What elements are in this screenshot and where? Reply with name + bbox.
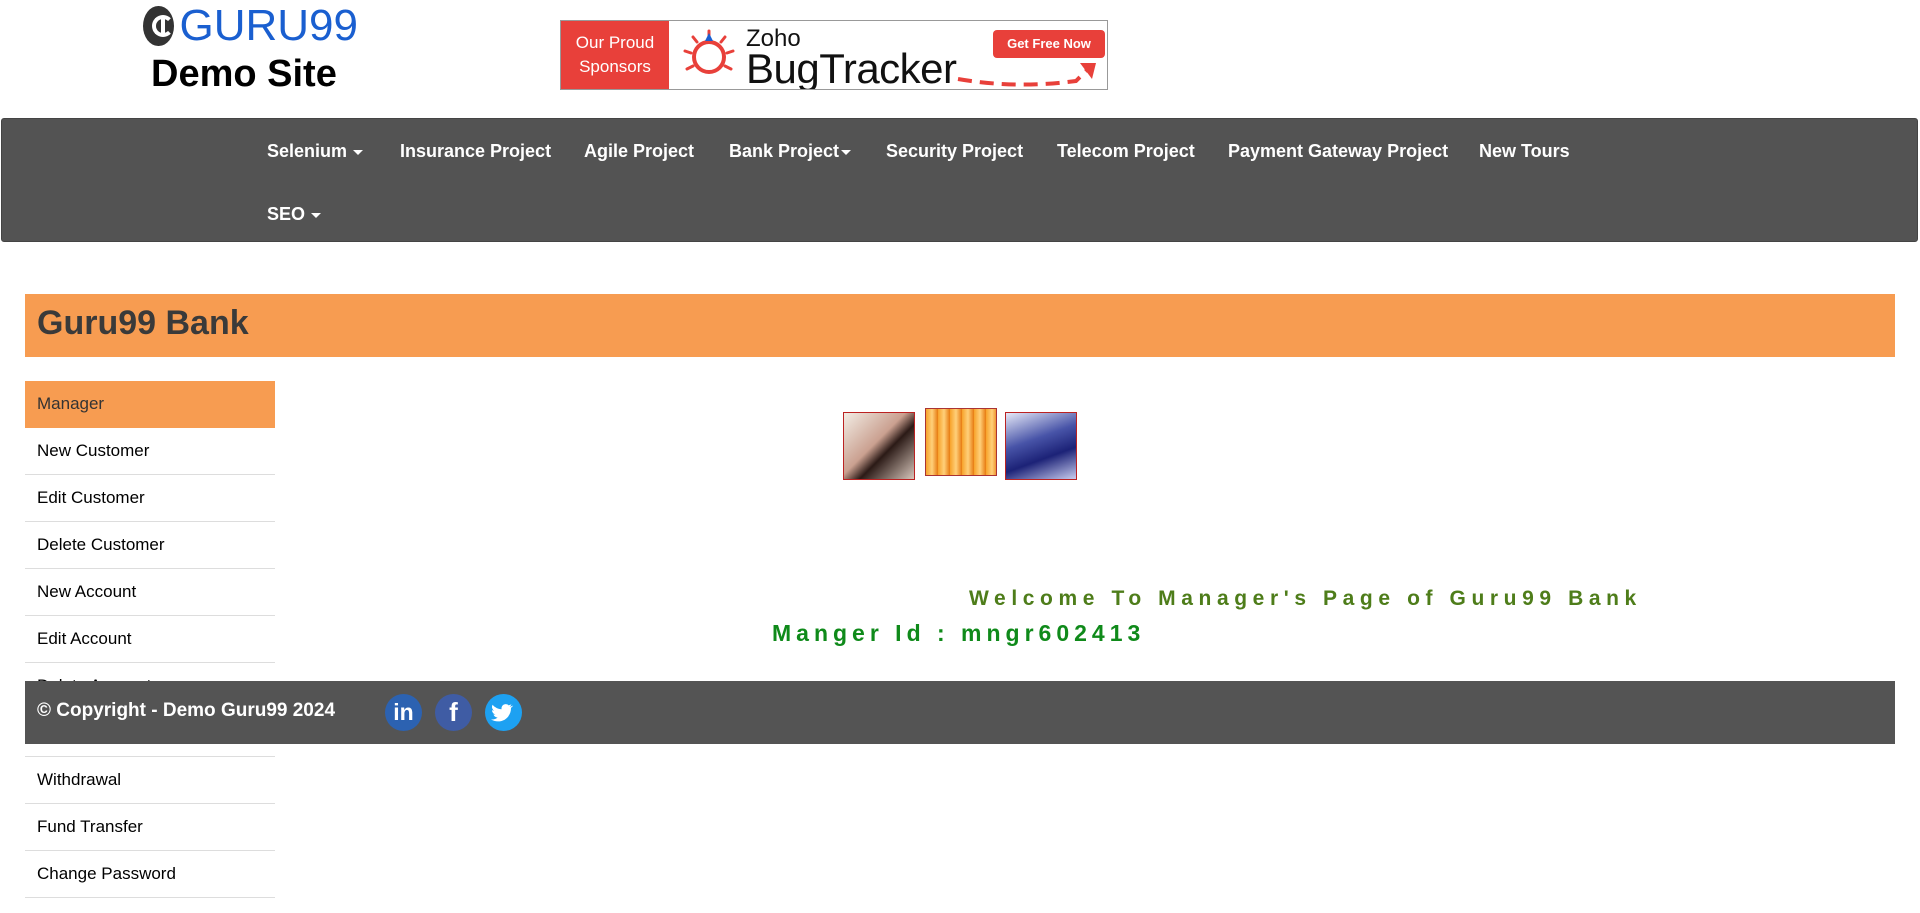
- site-subtitle: Demo Site: [151, 53, 337, 95]
- nav-insurance-project[interactable]: Insurance Project: [400, 141, 551, 162]
- photo-customer: [1005, 412, 1077, 480]
- logo-wordmark: GURU99: [179, 1, 359, 50]
- nav-telecom-project[interactable]: Telecom Project: [1057, 141, 1195, 162]
- menu-item-manager[interactable]: Manager: [25, 381, 275, 428]
- menu-item-edit-customer[interactable]: Edit Customer: [25, 475, 275, 522]
- linkedin-icon[interactable]: in: [385, 694, 422, 731]
- caret-down-icon: [353, 149, 364, 155]
- nav-security-project[interactable]: Security Project: [886, 141, 1023, 162]
- footer-bar: © Copyright - Demo Guru99 2024 in f: [25, 681, 1895, 744]
- menu-item-withdrawal[interactable]: Withdrawal: [25, 757, 275, 804]
- bug-sun-icon: [683, 29, 735, 74]
- welcome-message: Welcome To Manager's Page of Guru99 Bank: [969, 587, 1642, 610]
- sidebar-menu: Manager New Customer Edit Customer Delet…: [25, 381, 275, 898]
- menu-item-fund-transfer[interactable]: Fund Transfer: [25, 804, 275, 851]
- nav-label: Selenium: [267, 141, 348, 161]
- bank-photo-strip: [843, 404, 1081, 481]
- facebook-icon[interactable]: f: [435, 694, 472, 731]
- sponsor-label: Our Proud Sponsors: [561, 21, 669, 89]
- photo-banker: [843, 412, 915, 480]
- menu-item-new-account[interactable]: New Account: [25, 569, 275, 616]
- nav-new-tours[interactable]: New Tours: [1479, 141, 1570, 162]
- menu-item-edit-account[interactable]: Edit Account: [25, 616, 275, 663]
- twitter-bird-icon: [491, 704, 514, 722]
- nav-agile-project[interactable]: Agile Project: [584, 141, 694, 162]
- nav-seo[interactable]: SEO: [267, 204, 322, 225]
- photo-coins: [925, 408, 997, 476]
- banner-brand-large: BugTracker: [746, 45, 957, 90]
- menu-item-new-customer[interactable]: New Customer: [25, 428, 275, 475]
- nav-selenium[interactable]: Selenium: [267, 141, 364, 162]
- bank-header: Guru99 Bank: [25, 294, 1895, 357]
- nav-bank-project[interactable]: Bank Project: [729, 141, 852, 162]
- copyright-text: © Copyright - Demo Guru99 2024: [37, 700, 336, 721]
- twitter-icon[interactable]: [485, 694, 522, 731]
- page-title: Guru99 Bank: [37, 304, 249, 342]
- menu-item-delete-customer[interactable]: Delete Customer: [25, 522, 275, 569]
- get-free-now-button[interactable]: Get Free Now: [993, 30, 1105, 58]
- nav-label: SEO: [267, 204, 306, 224]
- site-logo[interactable]: GURU99 Demo Site: [143, 4, 358, 100]
- caret-down-icon: [841, 149, 852, 155]
- menu-item-change-password[interactable]: Change Password: [25, 851, 275, 898]
- dashed-arrow-icon: [957, 63, 1096, 87]
- sponsor-label-line2: Sponsors: [579, 57, 651, 76]
- manager-id: Manger Id : mngr602413: [772, 620, 1146, 646]
- guru99-logo-icon: [143, 6, 174, 46]
- caret-down-icon: [311, 212, 322, 218]
- nav-label: Bank Project: [729, 141, 840, 161]
- nav-payment-gateway-project[interactable]: Payment Gateway Project: [1228, 141, 1448, 162]
- sponsor-banner[interactable]: Our Proud Sponsors Zoho BugTracker Get F…: [560, 20, 1108, 90]
- main-navbar: Selenium Insurance Project Agile Project…: [1, 118, 1918, 242]
- sponsor-label-line1: Our Proud: [575, 33, 655, 52]
